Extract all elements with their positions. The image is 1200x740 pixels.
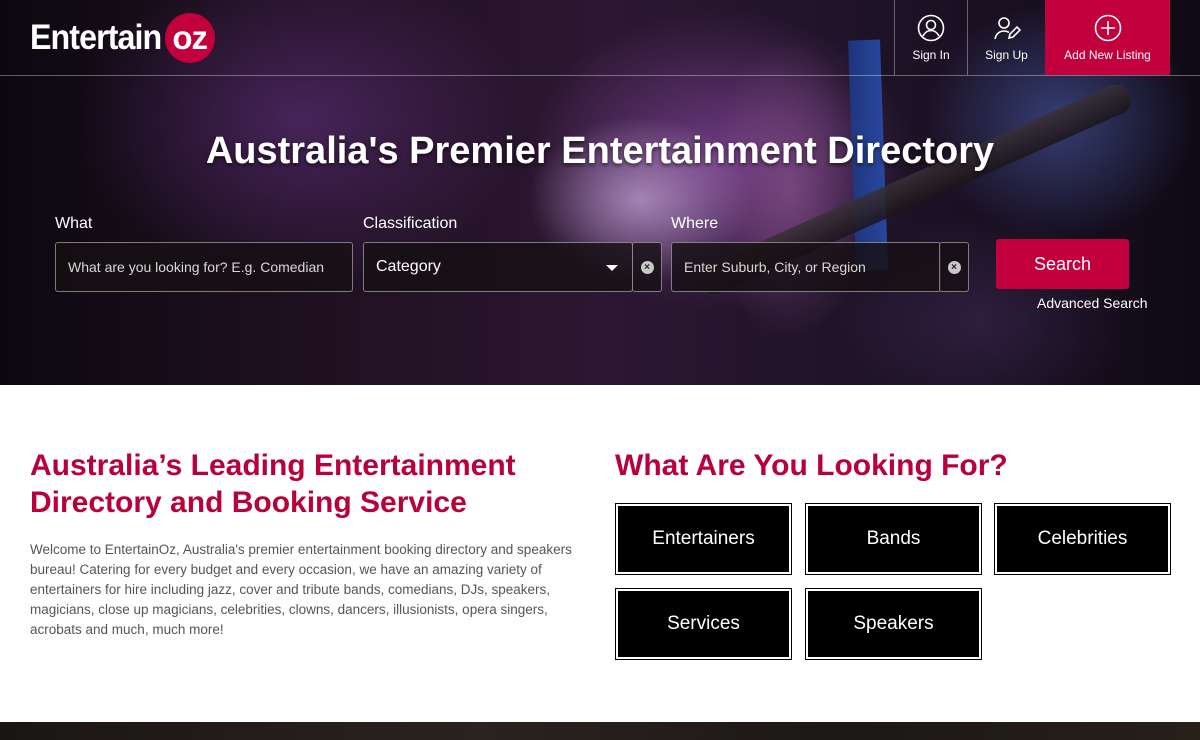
sign-in-label: Sign In	[912, 47, 950, 62]
categories-title: What Are You Looking For?	[615, 449, 1008, 482]
intro-body: Welcome to EntertainOz, Australia's prem…	[30, 542, 572, 637]
where-input[interactable]	[684, 259, 940, 275]
search-button[interactable]: Search	[996, 239, 1129, 289]
clear-icon: ×	[640, 260, 654, 274]
sign-up-button[interactable]: Sign Up	[967, 0, 1045, 75]
clear-icon: ×	[947, 260, 961, 274]
chevron-down-icon	[606, 265, 618, 271]
category-entertainers-button[interactable]: Entertainers	[615, 503, 792, 575]
footer-image-strip	[0, 722, 1200, 740]
sign-up-label: Sign Up	[985, 47, 1028, 62]
what-label: What	[55, 215, 93, 232]
site-logo[interactable]: Entertain oz	[30, 13, 223, 63]
classification-select[interactable]: Category	[363, 242, 633, 292]
user-circle-icon	[917, 14, 945, 41]
logo-wordmark: Entertain	[30, 18, 162, 57]
category-bands-button[interactable]: Bands	[805, 503, 982, 575]
intro-title: Australia’s Leading Entertainment Direct…	[30, 449, 516, 519]
top-navigation-bar: Entertain oz Sign In Sign Up Add New Lis…	[0, 0, 1200, 76]
category-celebrities-button[interactable]: Celebrities	[994, 503, 1171, 575]
classification-selected-value: Category	[376, 258, 441, 275]
what-input[interactable]	[68, 259, 352, 275]
hero-title: Australia's Premier Entertainment Direct…	[205, 130, 995, 172]
what-field[interactable]	[55, 242, 353, 292]
where-label: Where	[671, 215, 719, 232]
classification-clear-button[interactable]: ×	[632, 242, 662, 292]
add-new-listing-button[interactable]: Add New Listing	[1045, 0, 1170, 75]
category-speakers-button[interactable]: Speakers	[805, 588, 982, 660]
advanced-search-link[interactable]: Advanced Search	[1037, 295, 1148, 311]
sign-in-button[interactable]: Sign In	[894, 0, 967, 75]
logo-badge: oz	[164, 13, 215, 63]
where-field[interactable]	[671, 242, 941, 292]
category-services-button[interactable]: Services	[615, 588, 792, 660]
where-clear-button[interactable]: ×	[939, 242, 969, 292]
plus-circle-icon	[1094, 14, 1121, 41]
add-new-listing-label: Add New Listing	[1064, 47, 1151, 62]
classification-label: Classification	[363, 215, 458, 232]
user-edit-icon	[993, 16, 1021, 39]
